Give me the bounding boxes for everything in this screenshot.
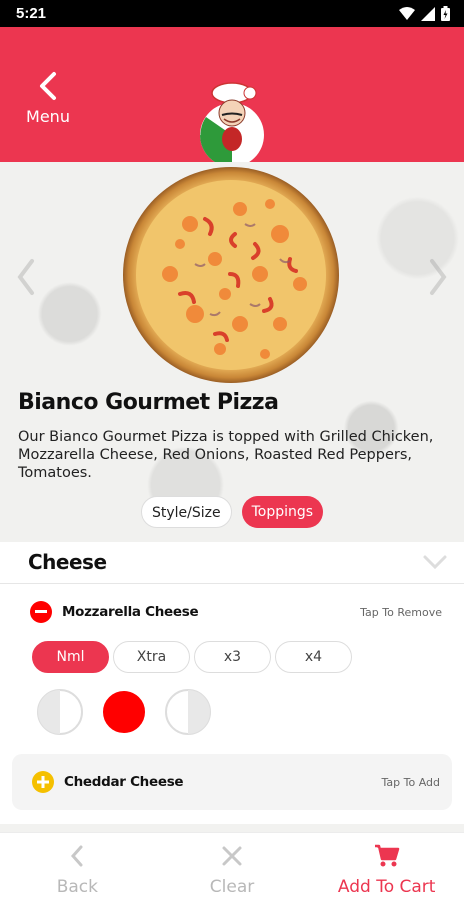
- clear-button[interactable]: Clear: [155, 833, 310, 900]
- add-topping-button[interactable]: [32, 771, 54, 793]
- chevron-down-icon: [423, 555, 447, 570]
- close-icon: [222, 846, 242, 866]
- product-description: Our Bianco Gourmet Pizza is topped with …: [18, 429, 434, 481]
- bottom-action-bar: Back Clear Add To Cart: [0, 832, 464, 900]
- chevron-left-icon: [40, 72, 56, 100]
- qty-x3[interactable]: x3: [194, 641, 271, 673]
- chef-logo: [200, 82, 264, 167]
- back-button[interactable]: Back: [0, 833, 155, 900]
- previous-arrow-icon[interactable]: [14, 257, 38, 297]
- cheese-section-header[interactable]: Cheese: [0, 542, 464, 584]
- topping-hint: Tap To Remove: [360, 606, 442, 619]
- option-tabs: Style/Size Toppings: [0, 496, 464, 528]
- status-bar: 5:21: [0, 0, 464, 27]
- cheddar-row-content: Cheddar Cheese: [32, 771, 184, 793]
- topping-hint: Tap To Add: [381, 776, 441, 789]
- menu-back-label: Menu: [26, 107, 70, 126]
- signal-icon: [421, 6, 435, 21]
- menu-back-button[interactable]: Menu: [18, 71, 78, 141]
- clear-label: Clear: [209, 877, 255, 897]
- topping-options: Mozzarella Cheese Tap To Remove Nml Xtra…: [0, 584, 464, 824]
- wifi-icon: [399, 6, 415, 20]
- topping-row-mozzarella: Mozzarella Cheese: [30, 601, 199, 623]
- tab-toppings[interactable]: Toppings: [241, 496, 324, 528]
- status-icons: [399, 6, 450, 21]
- topping-row-cheddar[interactable]: Cheddar Cheese Tap To Add: [12, 754, 452, 810]
- qty-normal[interactable]: Nml: [32, 641, 109, 673]
- add-to-cart-button[interactable]: Add To Cart: [309, 833, 464, 900]
- pizza-image: [123, 167, 339, 383]
- whole-pizza-icon[interactable]: [100, 688, 148, 736]
- left-half-icon[interactable]: [36, 688, 84, 736]
- qty-x4[interactable]: x4: [275, 641, 352, 673]
- topping-name: Mozzarella Cheese: [62, 604, 199, 620]
- product-title: Bianco Gourmet Pizza: [18, 390, 279, 415]
- cart-icon: [374, 844, 399, 867]
- tab-style-size[interactable]: Style/Size: [140, 496, 232, 528]
- section-title: Cheese: [28, 550, 107, 574]
- status-time: 5:21: [16, 5, 47, 22]
- next-arrow-icon[interactable]: [426, 257, 450, 297]
- topping-name: Cheddar Cheese: [64, 774, 184, 790]
- remove-topping-button[interactable]: [30, 601, 52, 623]
- quantity-selector: Nml Xtra x3 x4: [32, 641, 352, 673]
- right-half-icon[interactable]: [164, 688, 212, 736]
- battery-icon: [441, 6, 450, 21]
- coverage-selector: [36, 688, 212, 736]
- chevron-left-icon: [71, 845, 83, 867]
- app-header: Menu: [0, 27, 464, 167]
- minus-icon: [35, 610, 47, 613]
- product-hero: Bianco Gourmet Pizza Our Bianco Gourmet …: [0, 162, 464, 542]
- plus-icon: [37, 776, 49, 788]
- add-to-cart-label: Add To Cart: [337, 877, 436, 897]
- back-label: Back: [56, 877, 98, 897]
- qty-extra[interactable]: Xtra: [113, 641, 190, 673]
